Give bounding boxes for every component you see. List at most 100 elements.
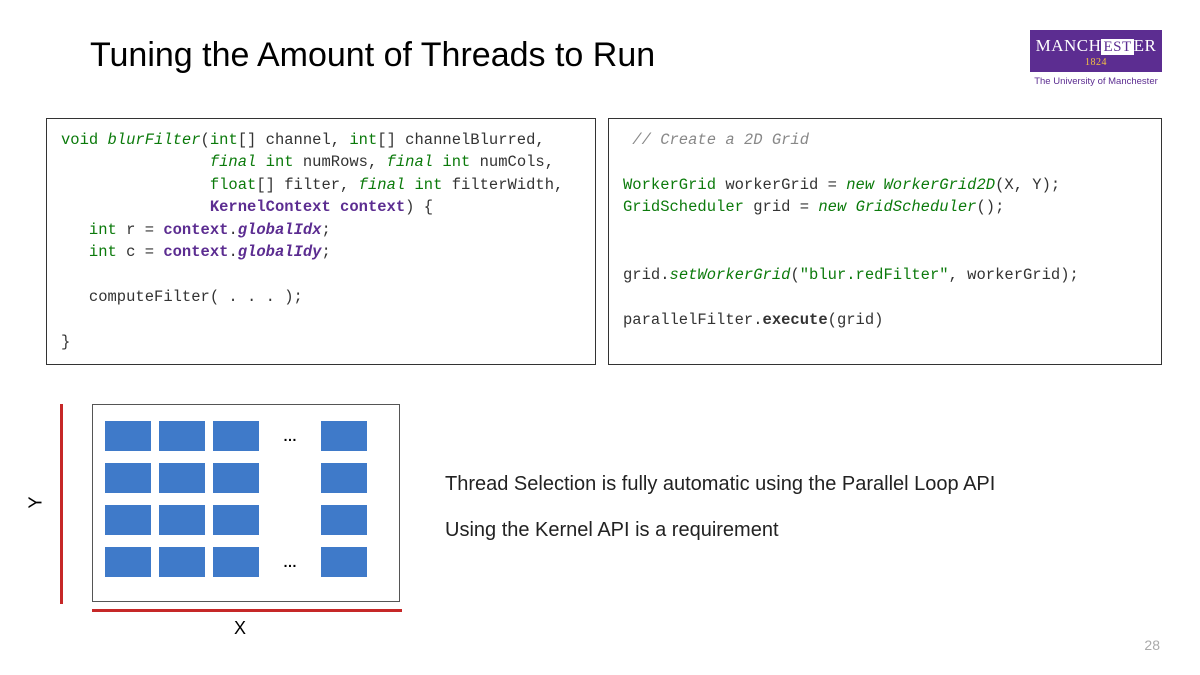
grid-row bbox=[105, 505, 387, 535]
t: WorkerGrid2D bbox=[883, 176, 995, 194]
t: GridScheduler bbox=[856, 198, 977, 216]
x-axis-line bbox=[92, 609, 402, 612]
grid-box: … … bbox=[92, 404, 400, 602]
t bbox=[61, 266, 70, 284]
grid-cell bbox=[213, 421, 259, 451]
t: parallelFilter. bbox=[623, 311, 763, 329]
y-axis-label: Y bbox=[26, 496, 47, 508]
grid-cell bbox=[159, 463, 205, 493]
grid-diagram: Y X … … bbox=[56, 404, 416, 639]
t bbox=[61, 221, 89, 239]
grid-cell bbox=[321, 505, 367, 535]
t: int bbox=[415, 176, 443, 194]
t bbox=[623, 288, 632, 306]
code-block-left: void blurFilter(int[] channel, int[] cha… bbox=[46, 118, 596, 365]
y-axis-line bbox=[60, 404, 63, 604]
page-number: 28 bbox=[1144, 637, 1160, 653]
ellipsis: … bbox=[267, 554, 313, 570]
t bbox=[623, 221, 632, 239]
t bbox=[405, 176, 414, 194]
t: KernelContext bbox=[210, 198, 331, 216]
t bbox=[433, 153, 442, 171]
t: [] filter, bbox=[256, 176, 358, 194]
t: final bbox=[387, 153, 434, 171]
t: , workerGrid); bbox=[949, 266, 1079, 284]
t: context bbox=[163, 221, 228, 239]
t: int bbox=[442, 153, 470, 171]
t bbox=[623, 243, 632, 261]
t bbox=[256, 153, 265, 171]
grid-cell bbox=[105, 505, 151, 535]
ellipsis: … bbox=[267, 428, 313, 444]
t: int bbox=[89, 221, 117, 239]
t: [] channelBlurred, bbox=[377, 131, 544, 149]
t: new bbox=[846, 176, 874, 194]
t: filterWidth, bbox=[442, 176, 563, 194]
t: int bbox=[89, 243, 117, 261]
logo-year: 1824 bbox=[1030, 57, 1162, 68]
t: . bbox=[228, 243, 237, 261]
code-area: void blurFilter(int[] channel, int[] cha… bbox=[46, 118, 1162, 365]
grid-cell bbox=[159, 505, 205, 535]
t: computeFilter( . . . ); bbox=[61, 288, 303, 306]
t: workerGrid = bbox=[716, 176, 846, 194]
t: final bbox=[359, 176, 406, 194]
t: float bbox=[210, 176, 257, 194]
t: numRows, bbox=[294, 153, 387, 171]
t: "blur.redFilter" bbox=[800, 266, 949, 284]
t: int bbox=[266, 153, 294, 171]
t bbox=[61, 198, 210, 216]
t: grid. bbox=[623, 266, 670, 284]
t: c = bbox=[117, 243, 164, 261]
grid-cell bbox=[321, 547, 367, 577]
logo-text-est: EST bbox=[1101, 39, 1133, 55]
grid-cell bbox=[321, 421, 367, 451]
university-logo: MANCHESTER 1824 The University of Manche… bbox=[1030, 30, 1162, 87]
t: (X, Y); bbox=[995, 176, 1060, 194]
t: execute bbox=[763, 311, 828, 329]
description-p1: Thread Selection is fully automatic usin… bbox=[445, 470, 1045, 498]
logo-box: MANCHESTER 1824 bbox=[1030, 30, 1162, 72]
grid-row bbox=[105, 463, 387, 493]
t: numCols, bbox=[470, 153, 554, 171]
t: setWorkerGrid bbox=[670, 266, 791, 284]
t: new bbox=[818, 198, 846, 216]
grid-cell bbox=[105, 463, 151, 493]
grid-cell bbox=[105, 421, 151, 451]
logo-text-1: MANCH bbox=[1036, 36, 1102, 55]
t: (); bbox=[976, 198, 1004, 216]
t: void bbox=[61, 131, 108, 149]
grid-cell bbox=[159, 421, 205, 451]
t bbox=[61, 243, 89, 261]
t: r = bbox=[117, 221, 164, 239]
t: ; bbox=[321, 243, 330, 261]
grid-row: … bbox=[105, 421, 387, 451]
t: (grid) bbox=[828, 311, 884, 329]
t: final bbox=[210, 153, 257, 171]
t: } bbox=[61, 333, 70, 351]
grid-cell bbox=[213, 505, 259, 535]
grid-cell bbox=[105, 547, 151, 577]
t: globalIdx bbox=[238, 221, 322, 239]
t: globalIdy bbox=[238, 243, 322, 261]
grid-row: … bbox=[105, 547, 387, 577]
code-block-right: // Create a 2D Grid WorkerGrid workerGri… bbox=[608, 118, 1162, 365]
t: blurFilter bbox=[108, 131, 201, 149]
t bbox=[623, 153, 632, 171]
t: context bbox=[163, 243, 228, 261]
grid-cell bbox=[213, 463, 259, 493]
t: context bbox=[331, 198, 405, 216]
description-p2: Using the Kernel API is a requirement bbox=[445, 516, 1045, 544]
t: ; bbox=[321, 221, 330, 239]
x-axis-label: X bbox=[234, 618, 246, 639]
logo-text-2: ER bbox=[1134, 36, 1157, 55]
t: GridScheduler bbox=[623, 198, 744, 216]
slide-title: Tuning the Amount of Threads to Run bbox=[90, 36, 655, 75]
description-text: Thread Selection is fully automatic usin… bbox=[445, 470, 1045, 562]
t: [] channel, bbox=[238, 131, 350, 149]
t: ) { bbox=[405, 198, 433, 216]
t: WorkerGrid bbox=[623, 176, 716, 194]
grid-cell bbox=[213, 547, 259, 577]
t: int bbox=[349, 131, 377, 149]
t bbox=[61, 311, 70, 329]
